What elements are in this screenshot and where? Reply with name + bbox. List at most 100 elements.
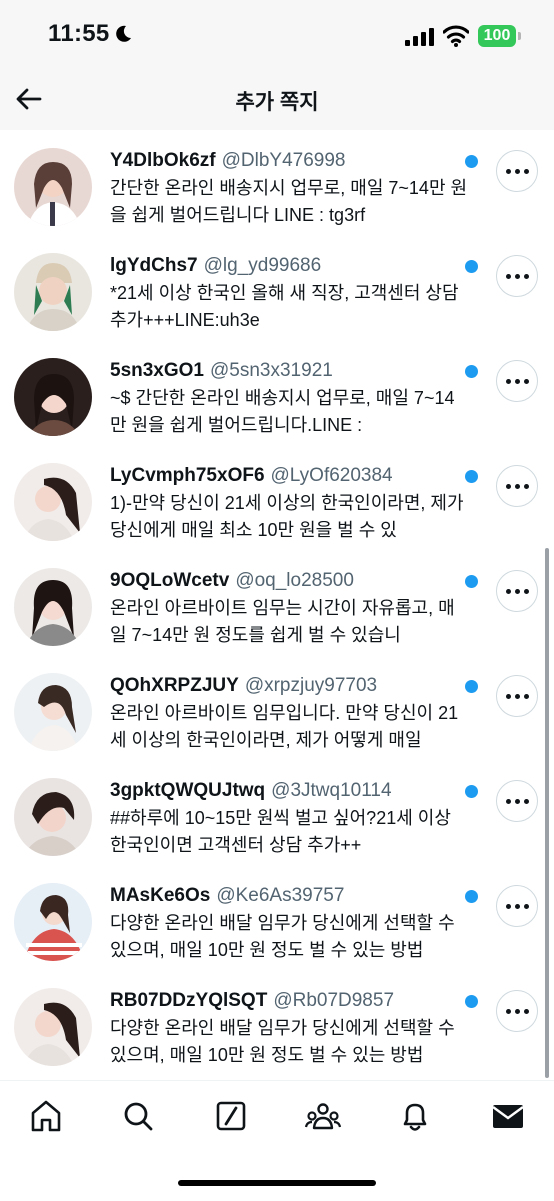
avatar[interactable] [14,253,92,331]
avatar[interactable] [14,568,92,646]
message-request-list: Y4DlbOk6zf @DlbY476998 간단한 온라인 배송지시 업무로, … [0,130,554,1075]
avatar[interactable] [14,883,92,961]
grok-icon[interactable] [211,1096,251,1136]
message-preview: 1)-만약 당신이 21세 이상의 한국인이라면, 제가 당신에게 매일 최소 … [110,493,464,540]
unread-indicator [465,680,478,693]
list-item[interactable]: 9OQLoWcetv @oq_lo28500 온라인 아르바이트 임무는 시간이 … [0,550,554,655]
list-item[interactable]: Y4DlbOk6zf @DlbY476998 간단한 온라인 배송지시 업무로, … [0,130,554,235]
more-icon [505,378,511,384]
more-options-button[interactable] [496,360,538,402]
communities-icon[interactable] [303,1096,343,1136]
more-icon [505,798,511,804]
message-preview: 온라인 아르바이트 임무입니다. 만약 당신이 21세 이상의 한국인이라면, … [110,703,459,750]
more-options-button[interactable] [496,780,538,822]
sender-handle: @Ke6As39757 [216,885,345,906]
more-icon-dot [523,798,529,804]
unread-indicator [465,995,478,1008]
list-item[interactable]: RB07DDzYQlSQT @Rb07D9857 다양한 온라인 배달 임무가 당… [0,970,554,1075]
more-icon-dot [523,273,529,279]
more-icon-dot [514,378,520,384]
more-icon [505,273,511,279]
more-icon-dot [514,693,520,699]
scrollbar[interactable] [545,548,549,1078]
battery-tip [518,32,521,40]
sender-handle: @oq_lo28500 [235,570,354,591]
more-icon [505,903,511,909]
message-preview: *21세 이상 한국인 올해 새 직장, 고객센터 상담 추가+++LINE:u… [110,283,459,330]
more-icon [505,693,511,699]
sender-name: 3gpktQWQUJtwq [110,780,266,801]
sender-name: 9OQLoWcetv [110,570,230,591]
avatar[interactable] [14,463,92,541]
list-item[interactable]: lgYdChs7 @lg_yd99686 *21세 이상 한국인 올해 새 직장,… [0,235,554,340]
more-options-button[interactable] [496,570,538,612]
message-preview: 다양한 온라인 배달 임무가 당신에게 선택할 수 있으며, 매일 10만 원 … [110,1018,455,1065]
status-time: 11:55 [48,20,110,47]
more-icon [505,168,511,174]
more-icon [505,1008,511,1014]
sender-name: 5sn3xGO1 [110,360,204,381]
more-icon-dot [514,1008,520,1014]
moon-icon [116,25,131,42]
sender-handle: @Rb07D9857 [273,990,395,1011]
more-icon-dot [523,903,529,909]
message-preview: 온라인 아르바이트 임무는 시간이 자유롭고, 매일 7~14만 원 정도를 쉽… [110,598,455,645]
avatar[interactable] [14,148,92,226]
more-icon-dot [523,168,529,174]
avatar[interactable] [14,778,92,856]
unread-indicator [465,890,478,903]
sender-name: MAsKe6Os [110,885,211,906]
sender-name: Y4DlbOk6zf [110,150,216,171]
more-options-button[interactable] [496,675,538,717]
home-indicator [178,1180,376,1186]
more-options-button[interactable] [496,990,538,1032]
sender-handle: @3Jtwq10114 [271,780,392,801]
avatar[interactable] [14,673,92,751]
more-icon-dot [514,588,520,594]
list-item[interactable]: LyCvmph75xOF6 @LyOf620384 1)-만약 당신이 21세 이… [0,445,554,550]
search-icon[interactable] [118,1096,158,1136]
more-icon-dot [523,588,529,594]
more-icon-dot [514,903,520,909]
sender-name: LyCvmph75xOF6 [110,465,265,486]
more-options-button[interactable] [496,255,538,297]
sender-handle: @xrpzjuy97703 [244,675,378,696]
home-icon[interactable] [26,1096,66,1136]
sender-handle: @DlbY476998 [221,150,346,171]
wifi-icon [443,25,469,47]
sender-name: lgYdChs7 [110,255,198,276]
more-options-button[interactable] [496,150,538,192]
messages-icon[interactable] [488,1096,528,1136]
notifications-icon[interactable] [395,1096,435,1136]
unread-indicator [465,365,478,378]
cellular-signal-icon [405,28,434,46]
list-item[interactable]: MAsKe6Os @Ke6As39757 다양한 온라인 배달 임무가 당신에게 … [0,865,554,970]
avatar[interactable] [14,358,92,436]
more-icon [505,588,511,594]
message-preview: 다양한 온라인 배달 임무가 당신에게 선택할 수 있으며, 매일 10만 원 … [110,913,455,960]
unread-indicator [465,785,478,798]
more-options-button[interactable] [496,465,538,507]
sender-handle: @LyOf620384 [270,465,393,486]
more-icon-dot [523,1008,529,1014]
more-icon [505,483,511,489]
list-item[interactable]: QOhXRPZJUY @xrpzjuy97703 온라인 아르바이트 임무입니다.… [0,655,554,760]
sender-handle: @5sn3x31921 [210,360,333,381]
more-icon-dot [514,168,520,174]
more-options-button[interactable] [496,885,538,927]
list-item[interactable]: 5sn3xGO1 @5sn3x31921 ~$ 간단한 온라인 배송지시 업무로,… [0,340,554,445]
battery-indicator: 100 [478,25,516,47]
unread-indicator [465,470,478,483]
more-icon-dot [523,693,529,699]
unread-indicator [465,155,478,168]
more-icon-dot [523,378,529,384]
avatar[interactable] [14,988,92,1066]
unread-indicator [465,575,478,588]
sender-name: QOhXRPZJUY [110,675,239,696]
more-icon-dot [514,798,520,804]
more-icon-dot [514,273,520,279]
more-icon-dot [514,483,520,489]
list-item[interactable]: 3gpktQWQUJtwq @3Jtwq10114 ##하루에 10~15만 원씩… [0,760,554,865]
sender-handle: @lg_yd99686 [203,255,322,276]
message-preview: ##하루에 10~15만 원씩 벌고 싶어?21세 이상 한국인이면 고객센터 … [110,808,451,855]
